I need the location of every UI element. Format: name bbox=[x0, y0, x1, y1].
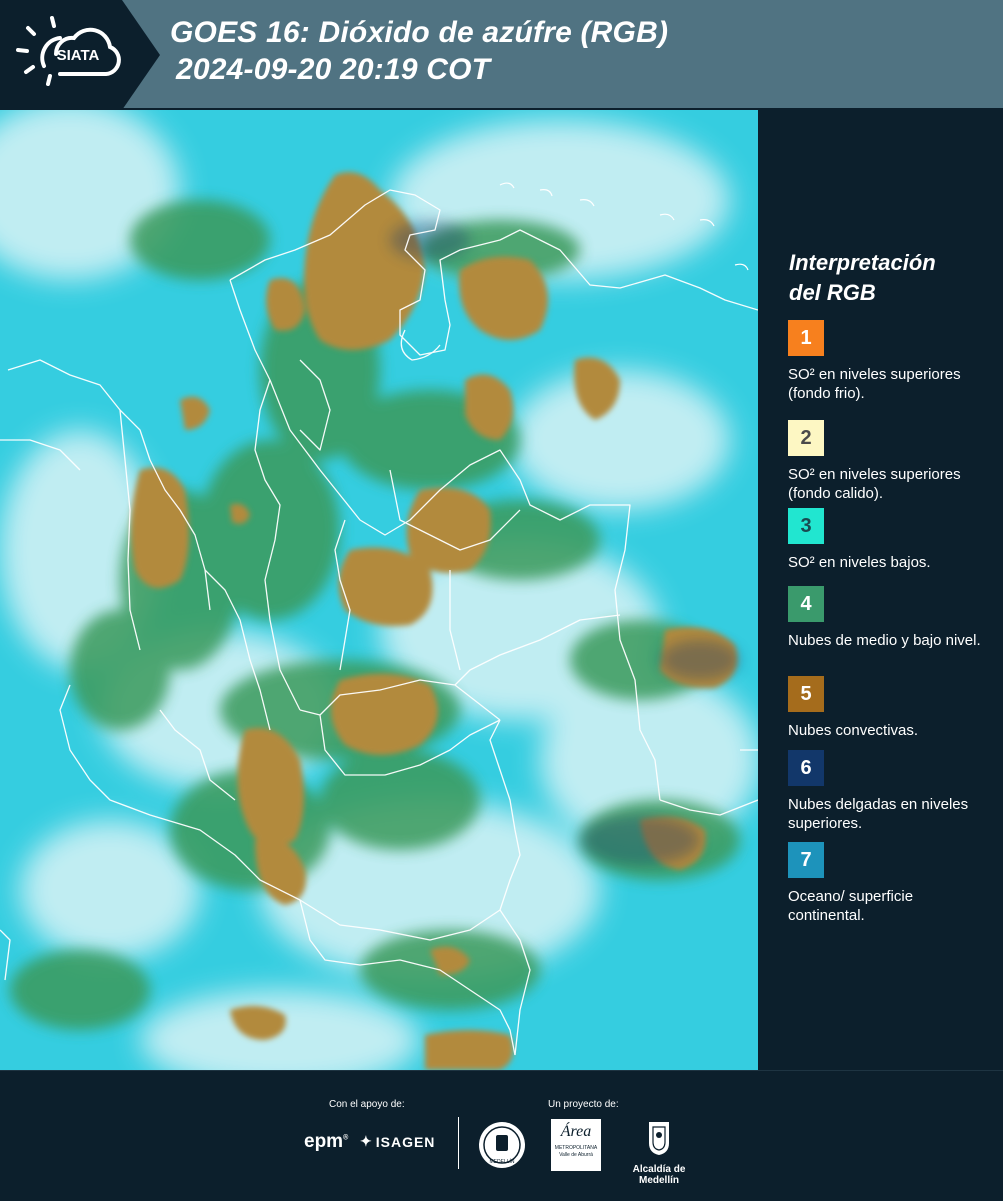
legend-title-line2: del RGB bbox=[789, 280, 876, 305]
legend-title: Interpretación del RGB bbox=[789, 248, 936, 308]
legend-item-3: 3 SO² en niveles bajos. bbox=[788, 508, 988, 572]
area-title: Área bbox=[560, 1123, 592, 1140]
epm-logo: epm® bbox=[304, 1131, 349, 1152]
title-product: GOES 16: Dióxido de azúfre (RGB) bbox=[170, 16, 669, 49]
page-title: GOES 16: Dióxido de azúfre (RGB) 2024-09… bbox=[170, 14, 668, 88]
svg-text:MEDELLÍN: MEDELLÍN bbox=[489, 1158, 514, 1165]
legend-swatch: 4 bbox=[788, 586, 824, 622]
siata-logo: SIATA bbox=[14, 14, 126, 94]
legend-item-5: 5 Nubes convectivas. bbox=[788, 676, 988, 740]
header-bar: SIATA GOES 16: Dióxido de azúfre (RGB) 2… bbox=[0, 0, 1003, 110]
isagen-logo: ✦ ISAGEN bbox=[360, 1133, 435, 1150]
legend-description: Nubes de medio y bajo nivel. bbox=[788, 632, 981, 649]
area-metropolitana-logo: Área METROPOLITANA Valle de Aburrá bbox=[551, 1119, 601, 1171]
project-label: Un proyecto de: bbox=[548, 1099, 619, 1110]
sun-cloud-icon: SIATA bbox=[16, 16, 121, 86]
satellite-map bbox=[0, 110, 758, 1070]
alcaldia-text: Alcaldía de Medellín bbox=[632, 1164, 686, 1186]
legend-swatch: 7 bbox=[788, 842, 824, 878]
legend-description: SO² en niveles superiores (fondo calido)… bbox=[788, 466, 961, 502]
legend-description: SO² en niveles superiores (fondo frio). bbox=[788, 366, 961, 402]
legend-item-7: 7 Oceano/ superficie continental. bbox=[788, 842, 988, 925]
legend-swatch: 3 bbox=[788, 508, 824, 544]
isagen-mark-icon: ✦ bbox=[360, 1133, 373, 1149]
legend-description: Oceano/ superficie continental. bbox=[788, 888, 914, 924]
svg-text:SIATA: SIATA bbox=[57, 47, 100, 64]
footer-divider bbox=[458, 1117, 459, 1169]
legend-swatch: 1 bbox=[788, 320, 824, 356]
legend-swatch: 2 bbox=[788, 420, 824, 456]
legend-item-2: 2 SO² en niveles superiores (fondo calido… bbox=[788, 420, 988, 503]
seal-icon: MEDELLÍN bbox=[479, 1122, 525, 1168]
alcaldia-logo: Alcaldía de Medellín bbox=[613, 1119, 705, 1186]
legend-title-line1: Interpretación bbox=[789, 250, 936, 275]
rgb-legend: Interpretación del RGB 1 SO² en niveles s… bbox=[758, 110, 1003, 1070]
area-sub2: Valle de Aburrá bbox=[559, 1152, 593, 1158]
title-timestamp: 2024-09-20 20:19 COT bbox=[176, 53, 491, 86]
legend-description: SO² en niveles bajos. bbox=[788, 554, 931, 571]
rgb-composite-image bbox=[0, 110, 758, 1070]
coat-of-arms-icon bbox=[649, 1122, 669, 1155]
legend-description: Nubes convectivas. bbox=[788, 722, 919, 739]
legend-description: Nubes delgadas en niveles superiores. bbox=[788, 796, 969, 832]
legend-swatch: 5 bbox=[788, 676, 824, 712]
footer: Con el apoyo de: Un proyecto de: epm® ✦ … bbox=[0, 1070, 1003, 1201]
legend-swatch: 6 bbox=[788, 750, 824, 786]
legend-item-1: 1 SO² en niveles superiores (fondo frio). bbox=[788, 320, 988, 403]
isagen-logo-text: ISAGEN bbox=[375, 1133, 436, 1150]
legend-item-4: 4 Nubes de medio y bajo nivel. bbox=[788, 586, 988, 650]
support-label: Con el apoyo de: bbox=[329, 1099, 405, 1110]
legend-item-6: 6 Nubes delgadas en niveles superiores. bbox=[788, 750, 988, 833]
epm-logo-text: epm bbox=[304, 1131, 344, 1152]
area-sub1: METROPOLITANA bbox=[554, 1145, 598, 1151]
medellin-seal-logo: MEDELLÍN bbox=[478, 1121, 526, 1174]
